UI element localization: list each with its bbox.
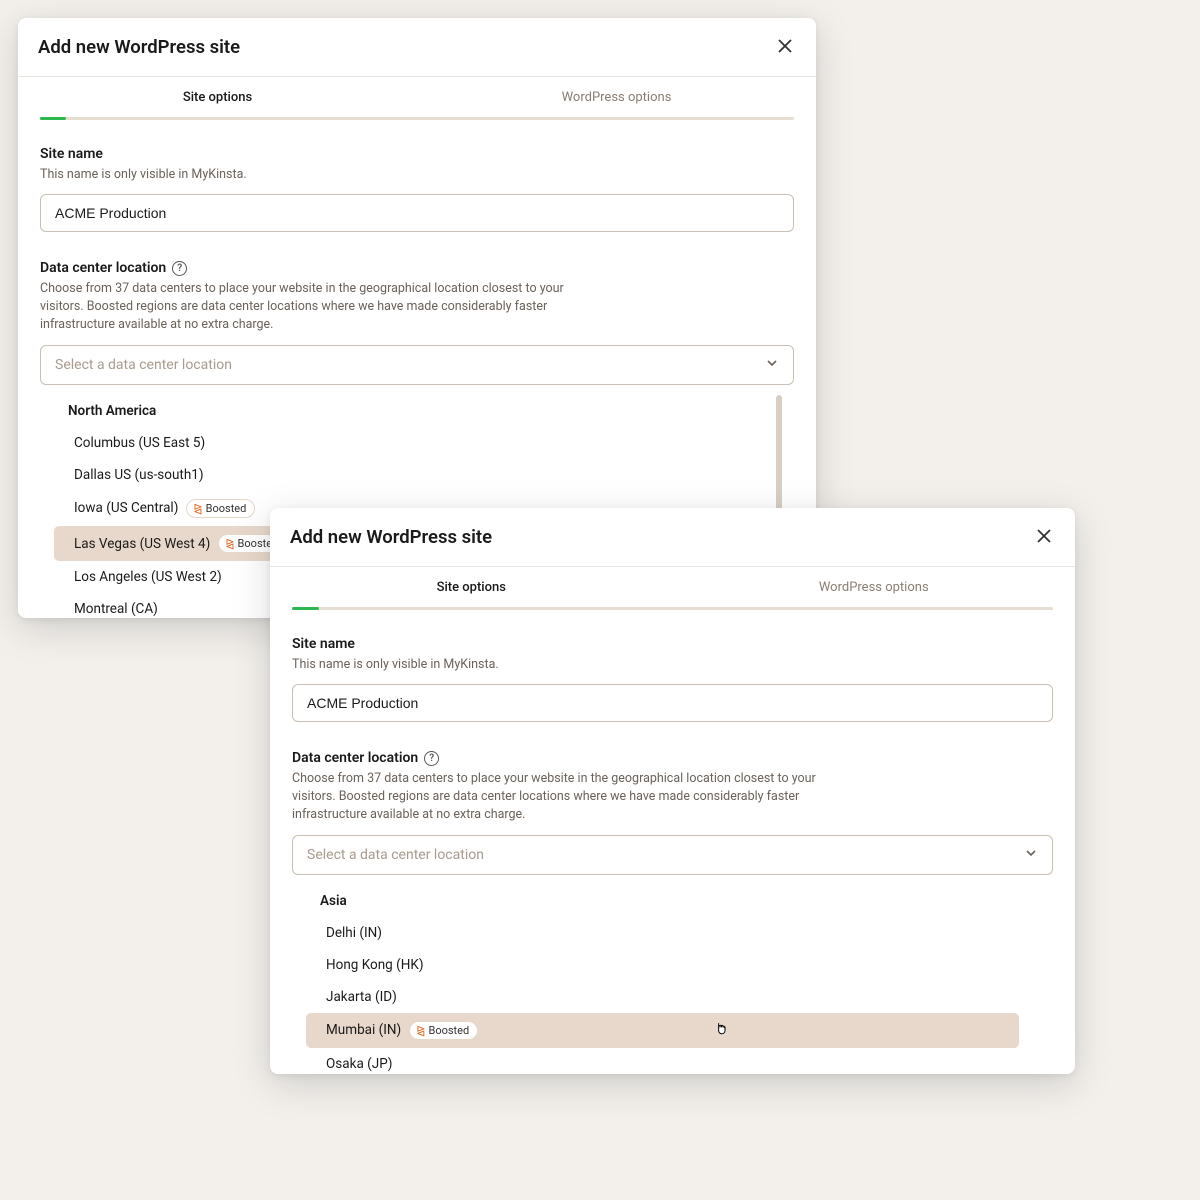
progress-fill bbox=[292, 607, 319, 610]
tab-site-options[interactable]: Site options bbox=[270, 567, 673, 607]
site-name-help: This name is only visible in MyKinsta. bbox=[40, 166, 600, 184]
region-group-header: Asia bbox=[306, 885, 1037, 917]
site-name-label: Site name bbox=[40, 146, 794, 162]
site-name-label: Site name bbox=[292, 636, 1053, 652]
location-placeholder: Select a data center location bbox=[55, 357, 232, 373]
tab-wordpress-options[interactable]: WordPress options bbox=[673, 567, 1076, 607]
modal-header: Add new WordPress site bbox=[270, 508, 1075, 567]
tab-site-options[interactable]: Site options bbox=[18, 77, 417, 117]
progress-track bbox=[292, 607, 1053, 610]
modal-title: Add new WordPress site bbox=[38, 36, 240, 58]
close-icon bbox=[1037, 528, 1051, 547]
location-dropdown: Asia Delhi (IN) Hong Kong (HK) Jakarta (… bbox=[302, 875, 1053, 1075]
option-label: Columbus (US East 5) bbox=[74, 435, 205, 451]
bolt-icon: ⧎ bbox=[193, 503, 202, 514]
location-option-mumbai[interactable]: Mumbai (IN) ⧎Boosted bbox=[306, 1013, 1019, 1048]
close-button[interactable] bbox=[774, 36, 796, 58]
location-select[interactable]: Select a data center location bbox=[40, 345, 794, 385]
location-select[interactable]: Select a data center location bbox=[292, 835, 1053, 875]
site-name-help: This name is only visible in MyKinsta. bbox=[292, 656, 852, 674]
location-help: Choose from 37 data centers to place you… bbox=[40, 280, 600, 334]
location-option-columbus[interactable]: Columbus (US East 5) bbox=[54, 427, 760, 459]
close-button[interactable] bbox=[1033, 526, 1055, 548]
location-help: Choose from 37 data centers to place you… bbox=[292, 770, 852, 824]
modal-title: Add new WordPress site bbox=[290, 526, 492, 548]
option-label: Montreal (CA) bbox=[74, 601, 158, 617]
location-option-hong-kong[interactable]: Hong Kong (HK) bbox=[306, 949, 1019, 981]
modal-body: Site name This name is only visible in M… bbox=[270, 610, 1075, 875]
location-option-delhi[interactable]: Delhi (IN) bbox=[306, 917, 1019, 949]
close-icon bbox=[778, 38, 792, 57]
cursor-pointer-icon bbox=[713, 1021, 730, 1038]
option-label: Los Angeles (US West 2) bbox=[74, 569, 222, 585]
progress-fill bbox=[40, 117, 66, 120]
site-name-input[interactable] bbox=[292, 684, 1053, 722]
boosted-badge: ⧎Boosted bbox=[409, 1021, 478, 1040]
location-label-text: Data center location bbox=[40, 260, 166, 276]
location-label: Data center location ? bbox=[40, 260, 794, 276]
location-label-text: Data center location bbox=[292, 750, 418, 766]
modal-header: Add new WordPress site bbox=[18, 18, 816, 77]
tab-wordpress-options[interactable]: WordPress options bbox=[417, 77, 816, 117]
option-label: Las Vegas (US West 4) bbox=[74, 536, 210, 552]
location-placeholder: Select a data center location bbox=[307, 847, 484, 863]
location-option-dallas[interactable]: Dallas US (us-south1) bbox=[54, 459, 760, 491]
option-label: Iowa (US Central) bbox=[74, 500, 178, 516]
site-name-input[interactable] bbox=[40, 194, 794, 232]
location-option-osaka[interactable]: Osaka (JP) bbox=[306, 1048, 1019, 1074]
help-icon[interactable]: ? bbox=[172, 261, 187, 276]
boosted-badge: ⧎Boosted bbox=[186, 499, 255, 518]
chevron-down-icon bbox=[765, 356, 779, 374]
option-label: Delhi (IN) bbox=[326, 925, 382, 941]
bolt-icon: ⧎ bbox=[225, 538, 234, 549]
progress-track bbox=[40, 117, 794, 120]
location-option-jakarta[interactable]: Jakarta (ID) bbox=[306, 981, 1019, 1013]
option-label: Mumbai (IN) bbox=[326, 1022, 401, 1038]
tabs: Site options WordPress options bbox=[18, 77, 816, 117]
location-label: Data center location ? bbox=[292, 750, 1053, 766]
region-group-header: North America bbox=[54, 395, 778, 427]
option-label: Osaka (JP) bbox=[326, 1056, 392, 1072]
option-label: Hong Kong (HK) bbox=[326, 957, 424, 973]
modal-body: Site name This name is only visible in M… bbox=[18, 120, 816, 385]
tabs: Site options WordPress options bbox=[270, 567, 1075, 607]
add-site-modal-asia: Add new WordPress site Site options Word… bbox=[270, 508, 1075, 1074]
chevron-down-icon bbox=[1024, 846, 1038, 864]
help-icon[interactable]: ? bbox=[424, 751, 439, 766]
bolt-icon: ⧎ bbox=[416, 1025, 425, 1036]
option-label: Dallas US (us-south1) bbox=[74, 467, 204, 483]
option-label: Jakarta (ID) bbox=[326, 989, 397, 1005]
